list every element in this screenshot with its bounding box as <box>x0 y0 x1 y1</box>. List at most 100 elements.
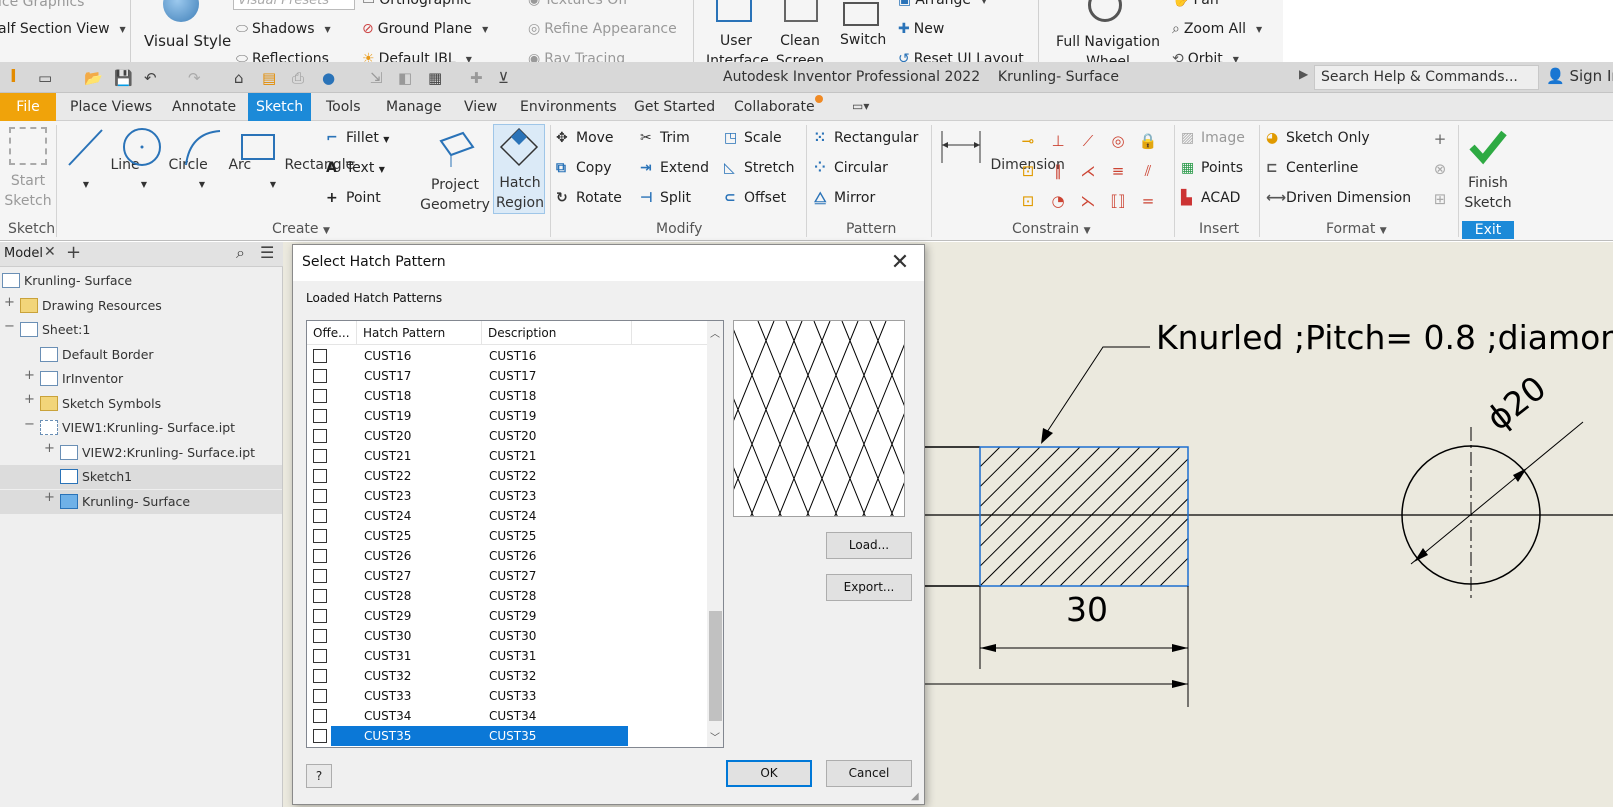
offset-checkbox[interactable] <box>313 429 327 443</box>
trim-button[interactable]: ✂ Trim <box>640 127 690 149</box>
home-icon[interactable]: ⌂ <box>234 69 244 87</box>
arrange-button[interactable]: ▣ Arrange ▼ <box>898 0 987 8</box>
ray-tracing-button[interactable]: ◉ Ray Tracing <box>528 51 625 62</box>
offset-checkbox[interactable] <box>313 609 327 623</box>
offset-checkbox[interactable] <box>313 349 327 363</box>
tree-item-view2[interactable]: VIEW2:Krunling- Surface.ipt <box>60 441 255 465</box>
scroll-up-icon[interactable]: ︿ <box>710 325 720 340</box>
expand-icon[interactable]: + <box>44 490 55 505</box>
extend-button[interactable]: ⇥ Extend <box>640 157 709 179</box>
ok-button[interactable]: OK <box>726 760 812 787</box>
project-geometry-button[interactable]: Project Geometry <box>420 125 490 215</box>
center-point-icon[interactable]: ⊗ <box>1430 159 1450 179</box>
fix-constraint-icon[interactable]: 🔒 <box>1138 131 1158 151</box>
tab-view[interactable]: View <box>456 93 505 121</box>
tab-file[interactable]: File <box>0 93 56 121</box>
reflections-button[interactable]: ⬭ Reflections <box>236 51 329 62</box>
column-offset[interactable]: Offe... <box>307 321 357 345</box>
zoom-all-button[interactable]: ⌕ Zoom All ▼ <box>1172 21 1262 37</box>
collinear-constraint-icon[interactable]: ⊡ <box>1018 161 1038 181</box>
close-icon[interactable]: ✕ <box>44 244 56 260</box>
text-button[interactable]: A Text ▼ <box>326 157 385 179</box>
perpendicular-constraint-icon[interactable]: ⊥ <box>1048 131 1068 151</box>
coincident-constraint-icon[interactable]: ⊸ <box>1018 131 1038 151</box>
rectangular-pattern-button[interactable]: ⁙ Rectangular <box>814 127 918 149</box>
table-row[interactable]: CUST23 CUST23 <box>307 486 707 506</box>
tree-item-sketch-symbols[interactable]: Sketch Symbols <box>40 392 161 416</box>
table-row[interactable]: CUST27 CUST27 <box>307 566 707 586</box>
column-hatch-pattern[interactable]: Hatch Pattern <box>357 321 482 345</box>
offset-checkbox[interactable] <box>313 369 327 383</box>
sheet-icon[interactable]: ▤ <box>262 69 276 87</box>
line-button[interactable]: Line ▼ <box>64 125 140 195</box>
show-format-icon[interactable]: ⊞ <box>1430 189 1450 209</box>
user-interface-button[interactable]: User Interface <box>706 31 769 62</box>
save-icon[interactable]: 💾 <box>114 69 133 87</box>
insert-points-button[interactable]: ▦ Points <box>1181 157 1243 179</box>
panel-label-format[interactable]: Format ▼ <box>1326 221 1387 237</box>
offset-checkbox[interactable] <box>313 409 327 423</box>
ibl-select[interactable]: ☀ Default IBL ▼ <box>362 51 472 62</box>
hatch-pattern-list[interactable]: Offe... Hatch Pattern Description CUST16… <box>306 320 724 748</box>
tree-item-sketch1[interactable]: Sketch1 <box>0 465 282 489</box>
table-row[interactable]: CUST24 CUST24 <box>307 506 707 526</box>
vertical-constraint-icon[interactable]: ≡ <box>1108 161 1128 181</box>
close-icon[interactable]: ✕ <box>888 250 912 275</box>
table-row[interactable]: CUST34 CUST34 <box>307 706 707 726</box>
expand-icon[interactable]: + <box>24 392 35 407</box>
scale-button[interactable]: ◳ Scale <box>724 127 782 149</box>
scroll-thumb[interactable] <box>709 611 722 721</box>
panel-toggle-icon[interactable]: ▭▾ <box>852 99 869 113</box>
tab-environments[interactable]: Environments <box>512 93 625 121</box>
construction-point-icon[interactable]: + <box>1430 129 1450 149</box>
tree-item-drawing-resources[interactable]: Drawing Resources <box>20 294 162 318</box>
midpoint-constraint-icon[interactable]: ⊡ <box>1018 191 1038 211</box>
table-row[interactable]: CUST26 CUST26 <box>307 546 707 566</box>
tab-get-started[interactable]: Get Started <box>626 93 723 121</box>
offset-checkbox[interactable] <box>313 509 327 523</box>
orthographic-button[interactable]: ▭ Orthographic <box>362 0 472 8</box>
table-row[interactable]: CUST35 CUST35 <box>307 726 707 746</box>
offset-checkbox[interactable] <box>313 649 327 663</box>
half-section-view-button[interactable]: alf Section View ▼ <box>0 21 126 37</box>
offset-checkbox[interactable] <box>313 549 327 563</box>
concentric-constraint-icon[interactable]: ◎ <box>1108 131 1128 151</box>
table-row[interactable]: CUST22 CUST22 <box>307 466 707 486</box>
pan-button[interactable]: ✋ Pan <box>1172 0 1219 8</box>
table-row[interactable]: CUST31 CUST31 <box>307 646 707 666</box>
rotate-button[interactable]: ↻ Rotate <box>556 187 622 209</box>
circle-button[interactable]: Circle ▼ <box>120 125 208 195</box>
dimension-button[interactable]: Dimension <box>936 125 1065 175</box>
offset-checkbox[interactable] <box>313 469 327 483</box>
offset-checkbox[interactable] <box>313 629 327 643</box>
table-row[interactable]: CUST25 CUST25 <box>307 526 707 546</box>
load-button[interactable]: Load... <box>826 532 912 559</box>
tab-tools[interactable]: Tools <box>318 93 369 121</box>
tangent-constraint-icon[interactable]: ⟋ <box>1078 131 1098 151</box>
stretch-button[interactable]: ◺ Stretch <box>724 157 795 179</box>
offset-checkbox[interactable] <box>313 389 327 403</box>
point-button[interactable]: + Point <box>326 187 381 209</box>
tree-item-sheet[interactable]: Sheet:1 <box>20 318 90 342</box>
mirror-button[interactable]: ⧋ Mirror <box>814 187 875 209</box>
tab-annotate[interactable]: Annotate <box>164 93 244 121</box>
collapse-icon[interactable]: − <box>4 319 15 334</box>
finish-sketch-button[interactable]: Finish Sketch <box>1462 127 1514 213</box>
orbit-button[interactable]: ⟲ Orbit ▼ <box>1172 51 1239 62</box>
table-row[interactable]: CUST21 CUST21 <box>307 446 707 466</box>
offset-checkbox[interactable] <box>313 589 327 603</box>
table-row[interactable]: CUST33 CUST33 <box>307 686 707 706</box>
table-row[interactable]: CUST28 CUST28 <box>307 586 707 606</box>
offset-checkbox[interactable] <box>313 449 327 463</box>
split-button[interactable]: ⊣ Split <box>640 187 691 209</box>
offset-checkbox[interactable] <box>313 689 327 703</box>
tree-item-default-border[interactable]: Default Border <box>40 343 154 367</box>
circular-pattern-button[interactable]: ⁘ Circular <box>814 157 888 179</box>
measure-icon[interactable]: ⇲ <box>370 69 383 87</box>
knurl-note[interactable]: Knurled ;Pitch= 0.8 ;diamond <box>1156 318 1613 357</box>
table-row[interactable]: CUST18 CUST18 <box>307 386 707 406</box>
add-tab-icon[interactable]: + <box>66 242 81 263</box>
tree-item-document[interactable]: Krunling- Surface <box>2 269 282 293</box>
equal-length-icon[interactable]: = <box>1138 191 1158 211</box>
visual-style-button[interactable]: Visual Style <box>144 32 231 50</box>
